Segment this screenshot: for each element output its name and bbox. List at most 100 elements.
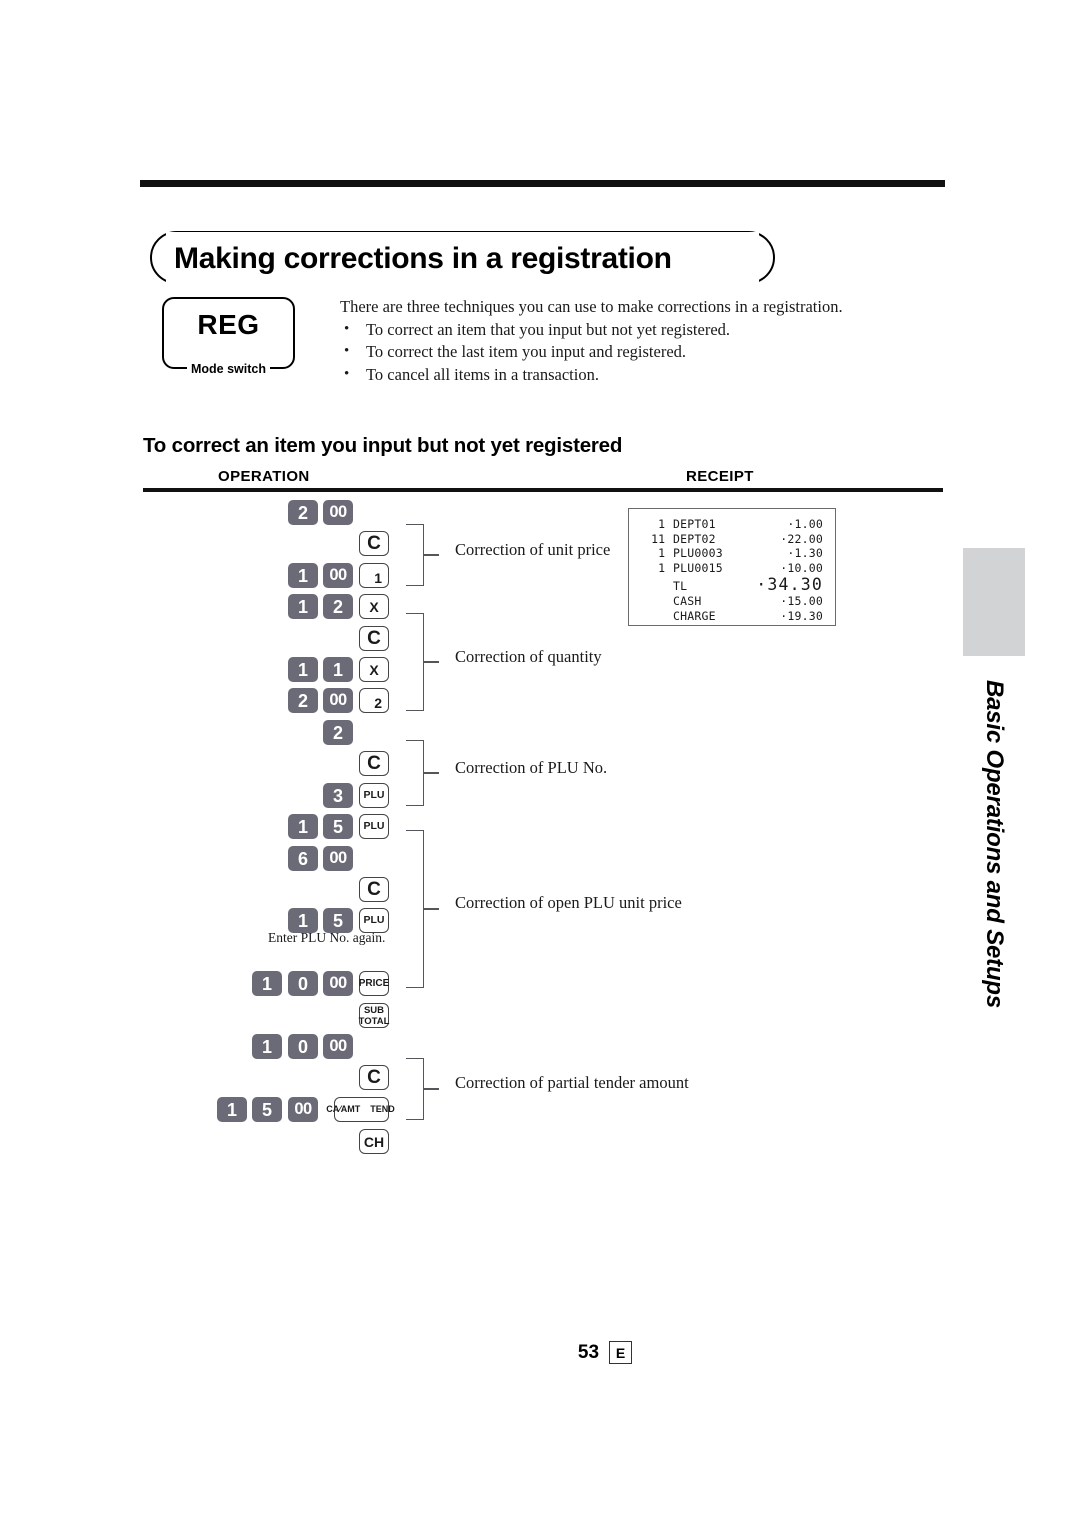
intro-bullet-list: To correct an item that you input but no…	[340, 318, 940, 387]
key-clear: C	[359, 877, 389, 902]
key-clear: C	[359, 531, 389, 556]
receipt-amount: ·15.00	[780, 594, 823, 608]
bracket-dash-2	[424, 661, 439, 663]
receipt-item: PLU0015	[673, 560, 723, 575]
column-header-receipt: RECEIPT	[686, 468, 754, 485]
bracket-dash-4	[424, 908, 439, 910]
column-header-operation: OPERATION	[218, 468, 310, 485]
key-5: 5	[252, 1097, 282, 1122]
receipt-row: 1 PLU0015 ·10.00	[639, 561, 823, 576]
section-heading: To correct an item you input but not yet…	[143, 434, 623, 457]
bracket-group-5	[406, 1058, 424, 1120]
key-3: 3	[323, 783, 353, 808]
receipt-qty: 1	[658, 560, 665, 575]
key-charge: CH	[359, 1129, 389, 1154]
mode-switch-box: REG Mode switch	[162, 297, 295, 376]
description-plu-no: Correction of PLU No.	[455, 758, 608, 777]
receipt-amount: ·34.30	[756, 575, 823, 594]
receipt-row: 1 DEPT01 ·1.00	[639, 517, 823, 532]
mode-switch-value: REG	[197, 309, 260, 340]
key-5: 5	[323, 814, 353, 839]
description-partial-tender: Correction of partial tender amount	[455, 1073, 689, 1092]
key-00: 00	[288, 1097, 318, 1122]
key-1: 1	[323, 657, 353, 682]
key-sub-total-line2: TOTAL	[358, 1015, 390, 1027]
key-plu: PLU	[359, 814, 389, 839]
key-sub-total: SUB TOTAL	[359, 1003, 389, 1028]
key-2: 2	[323, 720, 353, 745]
key-1: 1	[252, 971, 282, 996]
key-price: PRICE	[359, 971, 389, 996]
bracket-group-1	[406, 524, 424, 586]
mode-switch-caption-text: Mode switch	[186, 362, 270, 376]
key-00: 00	[323, 971, 353, 996]
key-1: 1	[252, 1034, 282, 1059]
receipt-amount: ·1.00	[787, 517, 823, 531]
intro-lead: There are three techniques you can use t…	[340, 297, 843, 316]
side-tab-block	[963, 548, 1025, 656]
key-sub-total-line1: SUB	[363, 1004, 385, 1016]
header-rule	[140, 180, 945, 187]
receipt-item: CHARGE	[673, 608, 716, 623]
receipt-row: 1 PLU0003 ·1.30	[639, 546, 823, 561]
key-dept-2: 2	[359, 688, 389, 713]
receipt-row-total: TL ·34.30	[639, 575, 823, 594]
receipt-qty: 11	[651, 531, 665, 546]
page-footer: 53 E	[0, 1341, 1080, 1364]
key-1: 1	[288, 657, 318, 682]
key-clear: C	[359, 1065, 389, 1090]
receipt-item: DEPT02	[673, 531, 716, 546]
mode-switch-caption: Mode switch	[164, 360, 293, 378]
intro-block: There are three techniques you can use t…	[340, 296, 940, 386]
key-1: 1	[288, 814, 318, 839]
list-item: To cancel all items in a transaction.	[340, 363, 940, 387]
key-plu: PLU	[359, 783, 389, 808]
receipt-qty: 1	[658, 546, 665, 560]
bracket-group-3	[406, 740, 424, 806]
key-00: 00	[323, 846, 353, 871]
receipt-item: DEPT01	[673, 517, 716, 531]
receipt-item: TL	[673, 579, 688, 593]
key-1: 1	[288, 563, 318, 588]
receipt-item: CASH	[673, 594, 702, 608]
key-00: 00	[323, 688, 353, 713]
bracket-group-2	[406, 613, 424, 711]
description-quantity: Correction of quantity	[455, 647, 602, 666]
list-item: To correct an item that you input but no…	[340, 318, 940, 342]
receipt-amount: ·10.00	[780, 560, 823, 575]
enter-plu-again-note: Enter PLU No. again.	[268, 930, 386, 945]
side-tab-label: Basic Operations and Setups	[981, 679, 1008, 1009]
key-2: 2	[323, 594, 353, 619]
receipt-amount: ·19.30	[780, 608, 823, 623]
key-dept-1: 1	[359, 563, 389, 588]
bracket-dash-1	[424, 554, 439, 556]
key-00: 00	[323, 563, 353, 588]
receipt-row: CASH ·15.00	[639, 594, 823, 609]
key-multiply: X	[359, 594, 389, 619]
page-title-pill: Making corrections in a registration	[150, 231, 775, 285]
bracket-group-4	[406, 830, 424, 988]
receipt-item: PLU0003	[673, 546, 723, 560]
page-title: Making corrections in a registration	[166, 232, 759, 285]
key-1: 1	[288, 594, 318, 619]
list-item: To correct the last item you input and r…	[340, 340, 940, 364]
receipt-row: 11 DEPT02 ·22.00	[639, 532, 823, 547]
key-multiply: X	[359, 657, 389, 682]
language-badge: E	[609, 1341, 633, 1364]
description-open-plu-unit-price: Correction of open PLU unit price	[455, 893, 682, 912]
key-tend-line2: TEND	[370, 1104, 395, 1114]
bracket-dash-5	[424, 1088, 439, 1090]
key-0: 0	[288, 971, 318, 996]
receipt-amount: ·22.00	[780, 531, 823, 546]
page-number: 53	[577, 1341, 600, 1363]
side-tab-text: Basic Operations and Setups	[963, 660, 1025, 1060]
key-clear: C	[359, 751, 389, 776]
receipt-amount: ·1.30	[787, 546, 823, 560]
key-00: 00	[323, 500, 353, 525]
key-00: 00	[323, 1034, 353, 1059]
key-1: 1	[217, 1097, 247, 1122]
key-tend-line1: CA⁄AMT	[326, 1104, 361, 1114]
key-clear: C	[359, 626, 389, 651]
manual-page: Making corrections in a registration REG…	[0, 0, 1080, 1527]
receipt-sample: 1 DEPT01 ·1.00 11 DEPT02 ·22.00 1 PLU000…	[628, 508, 836, 626]
